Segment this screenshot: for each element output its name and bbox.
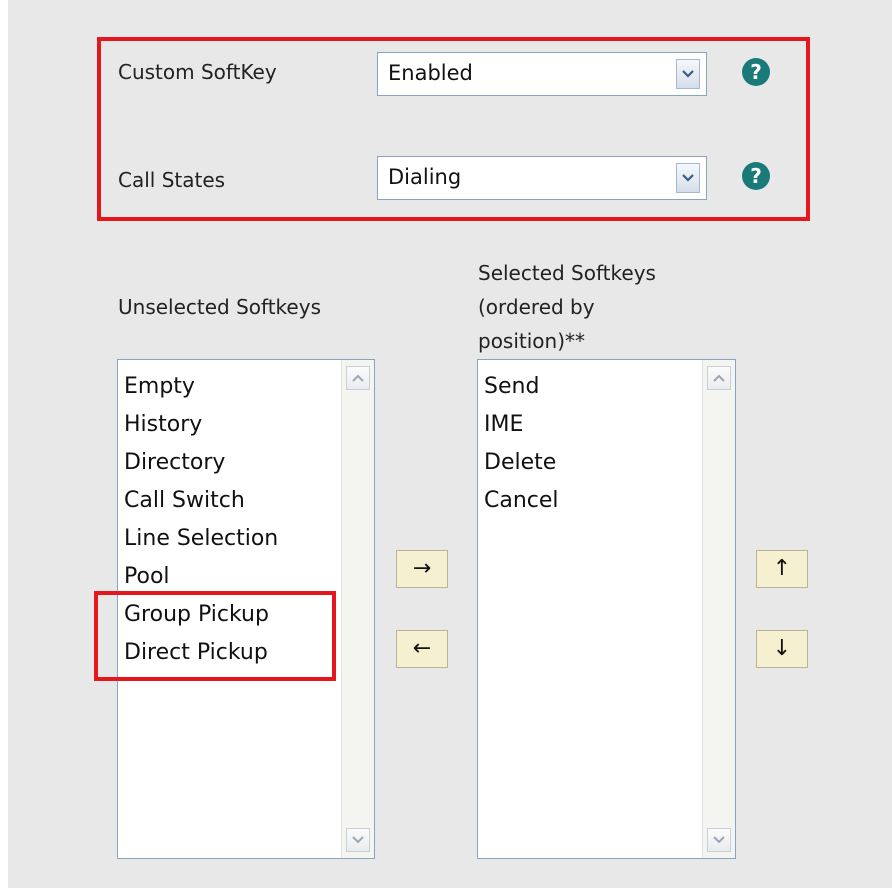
move-up-button[interactable]: ↑: [756, 550, 808, 588]
list-item[interactable]: Directory: [124, 444, 374, 482]
list-item[interactable]: Call Switch: [124, 482, 374, 520]
selected-heading-line: (ordered by: [478, 295, 595, 319]
move-left-button[interactable]: ←: [396, 630, 448, 668]
selected-softkeys-heading: Selected Softkeys (ordered by position)*…: [478, 256, 656, 358]
scroll-down-icon[interactable]: [707, 828, 731, 852]
list-item[interactable]: Empty: [124, 368, 374, 406]
selected-heading-line: Selected Softkeys: [478, 261, 656, 285]
scroll-up-icon[interactable]: [707, 366, 731, 390]
highlight-box: [97, 37, 810, 221]
highlight-box: [94, 591, 336, 681]
list-item[interactable]: Line Selection: [124, 520, 374, 558]
unselected-softkeys-heading: Unselected Softkeys: [118, 295, 321, 319]
move-right-button[interactable]: →: [396, 550, 448, 588]
list-item[interactable]: IME: [484, 406, 735, 444]
list-item[interactable]: Delete: [484, 444, 735, 482]
scroll-up-icon[interactable]: [346, 366, 370, 390]
scrollbar[interactable]: [341, 360, 374, 858]
list-item[interactable]: Cancel: [484, 482, 735, 520]
scrollbar[interactable]: [702, 360, 735, 858]
list-item[interactable]: Send: [484, 368, 735, 406]
scroll-down-icon[interactable]: [346, 828, 370, 852]
move-down-button[interactable]: ↓: [756, 630, 808, 668]
selected-softkeys-list[interactable]: Send IME Delete Cancel: [477, 359, 736, 859]
list-item[interactable]: History: [124, 406, 374, 444]
selected-heading-line: position)**: [478, 329, 586, 353]
